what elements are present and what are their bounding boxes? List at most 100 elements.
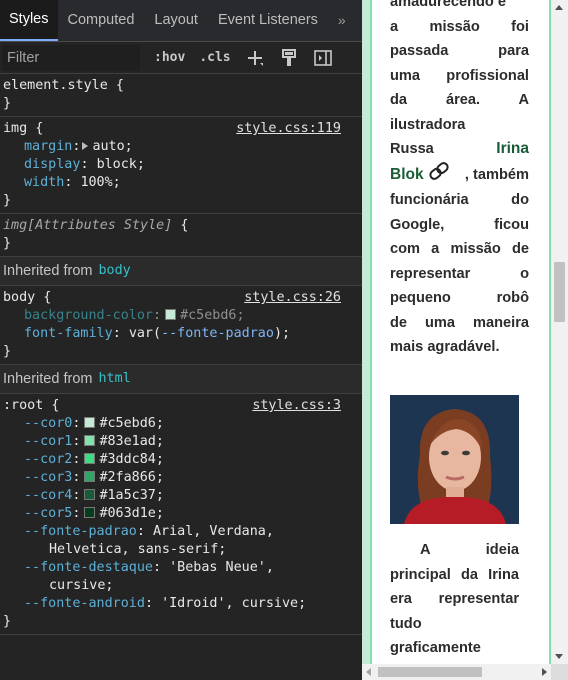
rule-element-style: element.style { } [0, 74, 362, 117]
declaration-fonte-android[interactable]: --fonte-android: 'Idroid', cursive; [3, 595, 362, 613]
link-chain-icon[interactable] [428, 161, 450, 189]
inherited-tag-html[interactable]: html [98, 370, 130, 388]
declaration-font-family[interactable]: font-family: var(--fonte-padrao); [3, 325, 362, 343]
prop-name: --cor0 [24, 416, 73, 431]
rule-img: style.css:119 img { margin: auto; display… [0, 117, 362, 214]
devtools-panel: Styles Computed Layout Event Listeners »… [0, 0, 362, 680]
prop-value: 100%; [80, 175, 121, 190]
horizontal-scrollbar[interactable] [362, 664, 551, 680]
text-line: uma profissional [390, 67, 529, 84]
vertical-scrollbar[interactable] [551, 0, 568, 664]
prop-value-continued: cursive; [49, 578, 114, 593]
prop-name: width [24, 175, 65, 190]
prop-value: #c5ebd6; [99, 416, 164, 431]
selector-body[interactable]: body { [3, 290, 51, 305]
declaration-width[interactable]: width: 100%; [3, 174, 362, 192]
prop-name: --cor4 [24, 488, 73, 503]
color-swatch[interactable] [165, 309, 177, 320]
more-tabs-button[interactable]: » [328, 0, 356, 41]
color-swatch[interactable] [84, 489, 96, 500]
declaration-cor4[interactable]: --cor4: #1a5c37; [3, 487, 362, 505]
prop-value: auto; [92, 139, 133, 154]
declaration-fonte-destaque[interactable]: --fonte-destaque: 'Bebas Neue', [3, 559, 362, 577]
prop-value: Arial, Verdana, [153, 524, 274, 539]
prop-name: --fonte-android [24, 596, 145, 611]
declaration-cor3[interactable]: --cor3: #2fa866; [3, 469, 362, 487]
toggle-sidebar-icon[interactable] [313, 48, 333, 68]
tab-event-listeners[interactable]: Event Listeners [208, 0, 328, 41]
color-swatch[interactable] [84, 417, 96, 428]
tab-styles[interactable]: Styles [0, 0, 58, 41]
new-style-rule-icon[interactable] [245, 48, 265, 68]
declaration-margin[interactable]: margin: auto; [3, 138, 362, 156]
horizontal-scroll-thumb[interactable] [378, 667, 482, 677]
rule-body: style.css:26 body { background-color: #c5… [0, 286, 362, 365]
declaration-background-color[interactable]: background-color: #c5ebd6; [3, 307, 362, 325]
declaration-display[interactable]: display: block; [3, 156, 362, 174]
rule-close-brace: } [3, 614, 12, 629]
filter-input[interactable] [7, 49, 135, 66]
scroll-down-arrow-icon[interactable] [555, 654, 563, 659]
rule-close-brace: } [3, 344, 12, 359]
cls-toggle-button[interactable]: .cls [199, 50, 230, 65]
inherited-from-html-header: Inherited from html [0, 365, 362, 394]
name-link-part1[interactable]: Irina [496, 137, 529, 162]
prop-value: #3ddc84; [99, 452, 164, 467]
selector-img[interactable]: img { [3, 121, 43, 136]
text-line: Google, ficou [390, 216, 529, 233]
prop-value: #2fa866; [99, 470, 164, 485]
color-swatch[interactable] [84, 507, 96, 518]
source-link-root[interactable]: style.css:3 [252, 397, 341, 415]
color-swatch[interactable] [84, 453, 96, 464]
rule-close-brace: } [3, 236, 12, 251]
paint-brush-icon[interactable] [279, 48, 299, 68]
declaration-cor0[interactable]: --cor0: #c5ebd6; [3, 415, 362, 433]
prop-value: #c5ebd6; [180, 308, 245, 323]
inherited-from-body-header: Inherited from body [0, 257, 362, 286]
rule-open-brace: { [172, 218, 189, 233]
text-line: pequeno robô [390, 290, 529, 306]
color-swatch[interactable] [84, 471, 96, 482]
selector-img-attributes: img[Attributes Style] [3, 218, 173, 233]
rule-close-brace: } [3, 193, 12, 208]
scroll-up-arrow-icon[interactable] [555, 5, 563, 10]
declaration-cor1[interactable]: --cor1: #83e1ad; [3, 433, 362, 451]
rule-close-brace: } [3, 96, 12, 111]
prop-value: 'Bebas Neue', [169, 560, 274, 575]
scroll-left-arrow-icon[interactable] [366, 668, 371, 676]
vertical-scroll-thumb[interactable] [554, 262, 565, 322]
source-link-img[interactable]: style.css:119 [236, 120, 341, 138]
declaration-cor2[interactable]: --cor2: #3ddc84; [3, 451, 362, 469]
irina-blok-photo [390, 395, 519, 524]
source-link-body[interactable]: style.css:26 [244, 289, 341, 307]
prop-value: #83e1ad; [99, 434, 164, 449]
selector-element-style[interactable]: element.style { [3, 78, 124, 93]
prop-value: 'Idroid', cursive; [161, 596, 307, 611]
selector-root[interactable]: :root { [3, 398, 59, 413]
prop-name: --cor3 [24, 470, 73, 485]
filter-box [2, 44, 140, 71]
declaration-cor5[interactable]: --cor5: #063d1e; [3, 505, 362, 523]
color-swatch[interactable] [84, 435, 96, 446]
inherited-label: Inherited from [3, 263, 93, 279]
scroll-right-arrow-icon[interactable] [542, 668, 547, 676]
tab-layout[interactable]: Layout [144, 0, 208, 41]
tab-computed[interactable]: Computed [58, 0, 145, 41]
expand-arrow-icon[interactable] [82, 142, 89, 150]
prop-value: var( [128, 326, 162, 341]
declaration-fonte-padrao[interactable]: --fonte-padrao: Arial, Verdana, [3, 523, 362, 541]
text-line: era representar [390, 591, 519, 607]
variable-reference-link[interactable]: --fonte-padrao [161, 326, 274, 341]
text-line: principal da Irina [390, 566, 519, 583]
devtools-tabbar: Styles Computed Layout Event Listeners » [0, 0, 362, 42]
rule-root: style.css:3 :root { --cor0: #c5ebd6; --co… [0, 394, 362, 635]
text-line: , também [464, 166, 529, 183]
prop-name: --cor2 [24, 452, 73, 467]
inherited-tag-body[interactable]: body [98, 262, 130, 280]
name-link-part2[interactable]: Blok [390, 163, 424, 188]
text-line: da área. A [390, 92, 529, 108]
hov-toggle-button[interactable]: :hov [154, 50, 185, 65]
text-line: mais agradável. [390, 339, 500, 355]
article-paragraph-1: amadurecendo e a missão foi passada para… [390, 0, 529, 360]
page-preview: amadurecendo e a missão foi passada para… [362, 0, 568, 680]
